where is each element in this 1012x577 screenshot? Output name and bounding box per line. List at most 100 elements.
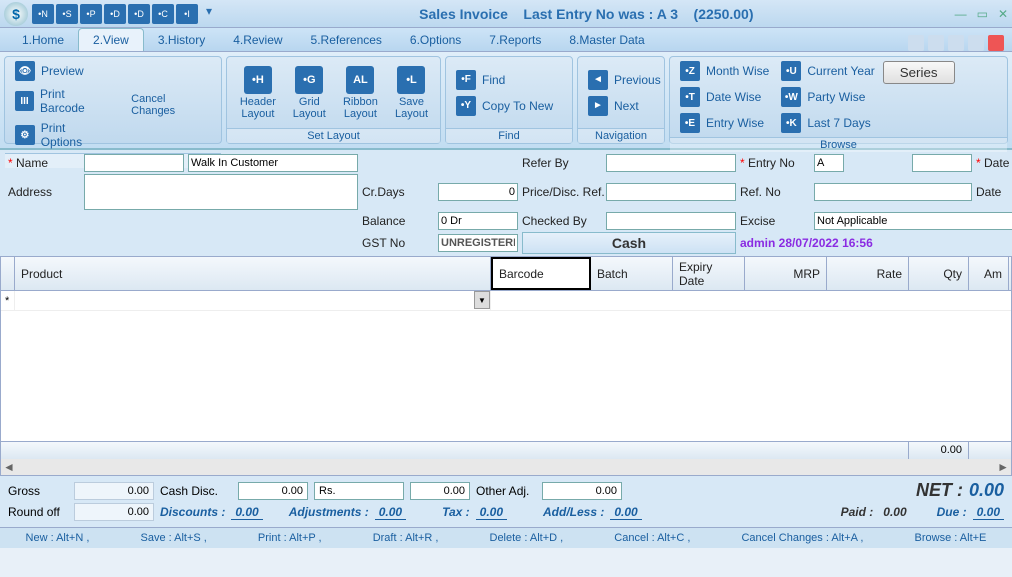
ribbon-group-browse-title: Browse bbox=[670, 137, 1007, 152]
otheradj-label: Other Adj. bbox=[476, 484, 536, 498]
print-options-button[interactable]: ⚙Print Options bbox=[11, 119, 113, 151]
qat-info[interactable]: •I bbox=[176, 4, 198, 24]
shortcut-save[interactable]: Save : Alt+S , bbox=[141, 532, 207, 544]
maximize-icon[interactable]: ▭ bbox=[977, 7, 988, 21]
refno-label: Ref. No bbox=[740, 185, 810, 199]
grid-header-mrp[interactable]: MRP bbox=[745, 257, 827, 290]
adjustments-value[interactable]: 0.00 bbox=[375, 505, 406, 520]
otheradj-input[interactable] bbox=[542, 482, 622, 500]
titlebar: $ •N •S •P •D •D •C •I ▾ Sales Invoice L… bbox=[0, 0, 1012, 28]
tab-review[interactable]: 4.Review bbox=[219, 29, 296, 51]
cancel-changes-button[interactable]: Cancel Changes bbox=[125, 91, 215, 119]
tab-reports[interactable]: 7.Reports bbox=[475, 29, 555, 51]
address-label: Address bbox=[8, 185, 80, 199]
save-layout-button[interactable]: •LSave Layout bbox=[389, 64, 434, 122]
shortcut-new[interactable]: New : Alt+N , bbox=[26, 532, 90, 544]
tax-value[interactable]: 0.00 bbox=[476, 505, 507, 520]
grid-header-qty[interactable]: Qty bbox=[909, 257, 969, 290]
current-year-button[interactable]: •UCurrent Year bbox=[777, 59, 878, 83]
grid-header-rowsel bbox=[1, 257, 15, 290]
scroll-left-icon[interactable]: ◄ bbox=[3, 460, 15, 474]
copy-to-new-button[interactable]: •YCopy To New bbox=[452, 94, 557, 118]
party-wise-button[interactable]: •WParty Wise bbox=[777, 85, 878, 109]
gross-value: 0.00 bbox=[74, 482, 154, 500]
tab-masterdata[interactable]: 8.Master Data bbox=[555, 29, 658, 51]
user-icon[interactable] bbox=[948, 35, 964, 51]
pricedisc-select[interactable] bbox=[606, 183, 736, 201]
cash-button[interactable]: Cash bbox=[522, 232, 736, 254]
tab-history[interactable]: 3.History bbox=[144, 29, 219, 51]
entry-wise-button[interactable]: •EEntry Wise bbox=[676, 111, 773, 135]
party-icon: •W bbox=[781, 87, 801, 107]
name-input[interactable] bbox=[84, 154, 184, 172]
address-input[interactable] bbox=[84, 174, 358, 210]
month-wise-button[interactable]: •ZMonth Wise bbox=[676, 59, 773, 83]
date-wise-button[interactable]: •TDate Wise bbox=[676, 85, 773, 109]
grid-hscrollbar[interactable]: ◄► bbox=[1, 459, 1011, 475]
qat-new[interactable]: •N bbox=[32, 4, 54, 24]
referby-select[interactable] bbox=[606, 154, 736, 172]
print-barcode-button[interactable]: IIIPrint Barcode bbox=[11, 85, 113, 117]
entryno-prefix-select[interactable] bbox=[814, 154, 844, 172]
grid-header-expiry[interactable]: Expiry Date bbox=[673, 257, 745, 290]
calc-icon[interactable] bbox=[968, 35, 984, 51]
tab-view[interactable]: 2.View bbox=[78, 28, 144, 51]
ribbon-layout-button[interactable]: ALRibbon Layout bbox=[336, 64, 385, 122]
help-icon[interactable] bbox=[908, 35, 924, 51]
grid-header-rate[interactable]: Rate bbox=[827, 257, 909, 290]
discounts-label: Discounts : bbox=[160, 505, 225, 519]
excise-select[interactable] bbox=[814, 212, 1012, 230]
due-value[interactable]: 0.00 bbox=[973, 505, 1004, 520]
series-button[interactable]: Series bbox=[883, 61, 955, 84]
shortcut-cancel[interactable]: Cancel : Alt+C , bbox=[614, 532, 690, 544]
grid-header-barcode[interactable]: Barcode bbox=[491, 257, 591, 290]
currency-select[interactable] bbox=[314, 482, 404, 500]
refno-input[interactable] bbox=[814, 183, 972, 201]
qat-draft[interactable]: •D bbox=[104, 4, 126, 24]
shortcut-cancelchanges[interactable]: Cancel Changes : Alt+A , bbox=[741, 532, 863, 544]
tab-references[interactable]: 5.References bbox=[297, 29, 396, 51]
shortcut-delete[interactable]: Delete : Alt+D , bbox=[490, 532, 564, 544]
rs-input[interactable] bbox=[410, 482, 470, 500]
grid-header-amount[interactable]: Am bbox=[969, 257, 1009, 290]
find-button[interactable]: •FFind bbox=[452, 68, 557, 92]
minimize-icon[interactable]: — bbox=[955, 7, 967, 21]
roundoff-label: Round off bbox=[8, 505, 68, 519]
exit-icon[interactable] bbox=[988, 35, 1004, 51]
preview-button[interactable]: 👁Preview bbox=[11, 59, 113, 83]
header-layout-button[interactable]: •HHeader Layout bbox=[233, 64, 283, 122]
title-lastentry: Last Entry No was : A 3 bbox=[523, 6, 678, 22]
tab-options[interactable]: 6.Options bbox=[396, 29, 475, 51]
entryno-input[interactable] bbox=[912, 154, 972, 172]
qat-print[interactable]: •P bbox=[80, 4, 102, 24]
grid-product-cell[interactable]: ▼ bbox=[15, 291, 491, 310]
grid-layout-button[interactable]: •GGrid Layout bbox=[287, 64, 332, 122]
addless-value[interactable]: 0.00 bbox=[610, 505, 641, 520]
customer-select[interactable] bbox=[188, 154, 358, 172]
grid-new-row[interactable]: * ▼ bbox=[1, 291, 1011, 311]
qat-customize-icon[interactable]: ▾ bbox=[200, 4, 218, 24]
app-logo[interactable]: $ bbox=[4, 2, 28, 26]
cashdisc-label: Cash Disc. bbox=[160, 484, 232, 498]
data-grid[interactable]: Product Barcode Batch Expiry Date MRP Ra… bbox=[0, 256, 1012, 476]
shortcut-browse[interactable]: Browse : Alt+E bbox=[915, 532, 987, 544]
previous-button[interactable]: ◄Previous bbox=[584, 68, 665, 92]
close-icon[interactable]: ✕ bbox=[998, 7, 1008, 21]
next-button[interactable]: ►Next bbox=[584, 94, 665, 118]
qat-save[interactable]: •S bbox=[56, 4, 78, 24]
cashdisc-input[interactable] bbox=[238, 482, 308, 500]
header-layout-icon: •H bbox=[244, 66, 272, 94]
last7days-button[interactable]: •KLast 7 Days bbox=[777, 111, 878, 135]
tab-home[interactable]: 1.Home bbox=[8, 29, 78, 51]
qat-delete[interactable]: •D bbox=[128, 4, 150, 24]
grid-header-product[interactable]: Product bbox=[15, 257, 491, 290]
checkedby-select[interactable] bbox=[606, 212, 736, 230]
scroll-right-icon[interactable]: ► bbox=[997, 460, 1009, 474]
shortcut-print[interactable]: Print : Alt+P , bbox=[258, 532, 322, 544]
refresh-icon[interactable] bbox=[928, 35, 944, 51]
grid-header-batch[interactable]: Batch bbox=[591, 257, 673, 290]
product-dropdown-icon[interactable]: ▼ bbox=[474, 291, 490, 309]
qat-cancel[interactable]: •C bbox=[152, 4, 174, 24]
discounts-value[interactable]: 0.00 bbox=[231, 505, 262, 520]
shortcut-draft[interactable]: Draft : Alt+R , bbox=[373, 532, 439, 544]
